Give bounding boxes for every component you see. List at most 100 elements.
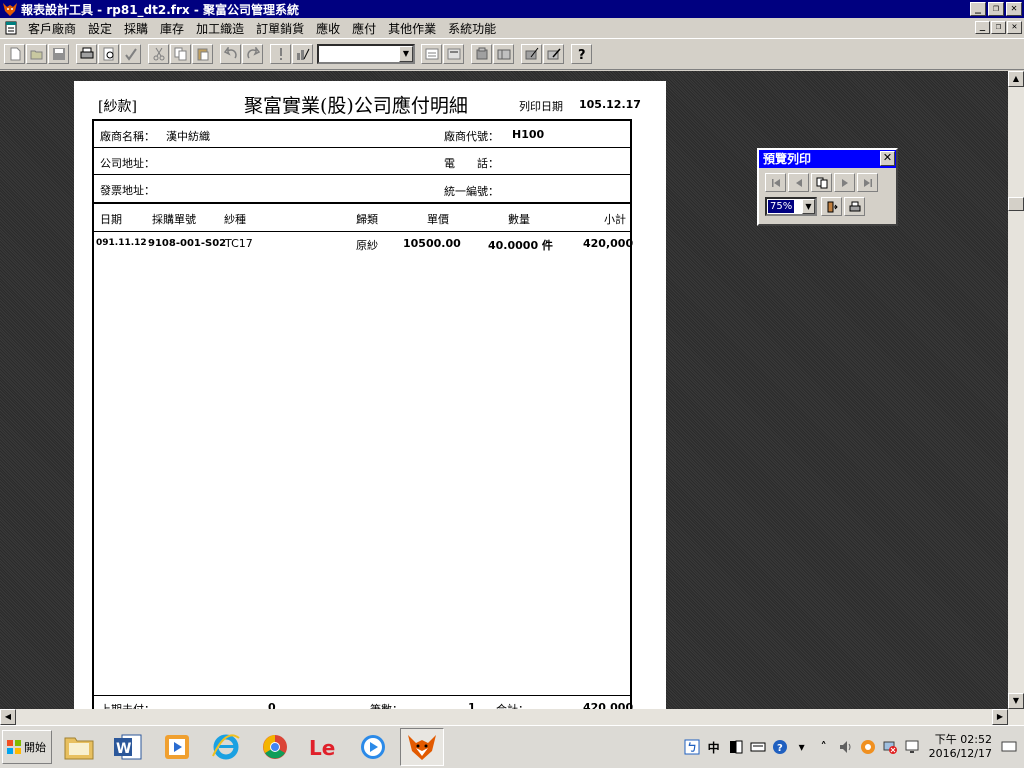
- scroll-right-icon[interactable]: ▶: [992, 709, 1008, 725]
- next-page-button[interactable]: [834, 173, 855, 192]
- menu-payables[interactable]: 應付: [346, 20, 382, 37]
- word-icon: W: [114, 734, 142, 760]
- run-button[interactable]: [270, 44, 291, 64]
- antivirus-icon[interactable]: [859, 738, 877, 756]
- display-icon[interactable]: [903, 738, 921, 756]
- scroll-left-icon[interactable]: ◀: [0, 709, 16, 725]
- tray-options-icon[interactable]: ▾: [793, 738, 811, 756]
- taskbar-word[interactable]: W: [106, 728, 150, 766]
- table-icon: [497, 49, 510, 60]
- toolbar-combo[interactable]: ▼: [317, 44, 415, 64]
- print-report-button[interactable]: [844, 197, 865, 216]
- close-button[interactable]: ✕: [1006, 2, 1022, 16]
- report-frame: 廠商名稱： 漢中紡織 廠商代號： H100 公司地址： 電 話： 發票地址： 統…: [92, 119, 633, 709]
- mdi-restore-button[interactable]: ❐: [991, 21, 1006, 34]
- chevron-down-icon[interactable]: ▼: [399, 46, 413, 62]
- print-button[interactable]: [76, 44, 97, 64]
- menu-other-operations[interactable]: 其他作業: [382, 20, 442, 37]
- taskbar-fox-app[interactable]: [400, 728, 444, 766]
- mdi-close-button[interactable]: ✕: [1007, 21, 1022, 34]
- menu-processing-weaving[interactable]: 加工織造: [190, 20, 250, 37]
- taskbar-chrome[interactable]: [253, 728, 297, 766]
- menu-settings[interactable]: 設定: [82, 20, 118, 37]
- scroll-thumb[interactable]: [1008, 197, 1024, 211]
- cut-button[interactable]: [148, 44, 169, 64]
- previous-page-button[interactable]: [788, 173, 809, 192]
- table-button[interactable]: [493, 44, 514, 64]
- print-date: 105.12.17: [579, 98, 641, 111]
- form-button[interactable]: [421, 44, 442, 64]
- builder-icon: [525, 47, 538, 60]
- open-button[interactable]: [26, 44, 47, 64]
- menu-customers-vendors[interactable]: 客戶廠商: [22, 20, 82, 37]
- wizard-button[interactable]: [543, 44, 564, 64]
- close-preview-button[interactable]: [821, 197, 842, 216]
- last-page-button[interactable]: [857, 173, 878, 192]
- taskbar-video-player[interactable]: [351, 728, 395, 766]
- help-button[interactable]: ?: [571, 44, 592, 64]
- paste-icon: [197, 48, 208, 61]
- scissors-icon: [153, 47, 164, 61]
- title-bar: 報表設計工具 - rp81_dt2.frx - 聚富公司管理系統 _ ❐ ✕: [0, 0, 1024, 18]
- first-page-button[interactable]: [765, 173, 786, 192]
- divider: [94, 174, 630, 175]
- preview-toolbar-titlebar[interactable]: 預覽列印 ✕: [759, 150, 896, 168]
- taskbar-le-app[interactable]: Le: [302, 728, 346, 766]
- divider: [94, 695, 630, 696]
- restore-button[interactable]: ❐: [988, 2, 1004, 16]
- zoom-select[interactable]: 75% ▼: [765, 197, 817, 216]
- close-icon[interactable]: ✕: [880, 151, 895, 166]
- save-button[interactable]: [48, 44, 69, 64]
- svg-text:ㄅ: ㄅ: [687, 741, 697, 754]
- notification-icon[interactable]: [1000, 738, 1018, 756]
- modify-button[interactable]: [292, 44, 313, 64]
- report-button[interactable]: [443, 44, 464, 64]
- undo-button[interactable]: [220, 44, 241, 64]
- menu-system-functions[interactable]: 系統功能: [442, 20, 502, 37]
- volume-icon[interactable]: [837, 738, 855, 756]
- menu-receivables[interactable]: 應收: [310, 20, 346, 37]
- chevron-down-icon[interactable]: ▼: [802, 199, 815, 214]
- scroll-up-icon[interactable]: ▲: [1008, 71, 1024, 87]
- media-player-icon: [165, 735, 189, 759]
- menu-inventory[interactable]: 庫存: [154, 20, 190, 37]
- prev-unpaid-value: 0: [268, 701, 276, 709]
- keyboard-settings-icon[interactable]: [749, 738, 767, 756]
- copy-button[interactable]: [170, 44, 191, 64]
- document-icon[interactable]: [4, 21, 18, 35]
- ime-mode-icon[interactable]: ㄅ: [683, 738, 701, 756]
- half-width-icon[interactable]: [727, 738, 745, 756]
- open-folder-icon: [30, 50, 42, 60]
- le-logo-icon: Le: [309, 736, 335, 760]
- ie-icon: [212, 734, 240, 760]
- row-po-number: 9108-001-S02: [148, 238, 227, 249]
- go-to-page-button[interactable]: [811, 173, 832, 192]
- ime-language-label[interactable]: 中: [705, 738, 723, 756]
- spell-check-button[interactable]: [120, 44, 141, 64]
- horizontal-scrollbar[interactable]: ◀ ▶: [0, 709, 1024, 725]
- mdi-minimize-button[interactable]: _: [975, 21, 990, 34]
- report-icon: [447, 48, 460, 60]
- taskbar-internet-explorer[interactable]: [204, 728, 248, 766]
- new-button[interactable]: [4, 44, 25, 64]
- vertical-scrollbar[interactable]: ▲ ▼: [1008, 71, 1024, 709]
- start-button[interactable]: 開始: [2, 730, 52, 764]
- windows-logo-icon: [7, 740, 21, 754]
- minimize-button[interactable]: _: [970, 2, 986, 16]
- menu-orders-sales[interactable]: 訂單銷貨: [250, 20, 310, 37]
- taskbar-media-player[interactable]: [155, 728, 199, 766]
- print-preview-button[interactable]: [98, 44, 119, 64]
- help-circle-icon[interactable]: ?: [771, 738, 789, 756]
- redo-button[interactable]: [242, 44, 263, 64]
- builder-button[interactable]: [521, 44, 542, 64]
- scroll-down-icon[interactable]: ▼: [1008, 693, 1024, 709]
- system-clock[interactable]: 下午 02:52 2016/12/17: [929, 733, 992, 761]
- network-error-icon[interactable]: [881, 738, 899, 756]
- paste-button[interactable]: [192, 44, 213, 64]
- report-category-tag: [紗款]: [98, 99, 137, 115]
- taskbar-file-explorer[interactable]: [57, 728, 101, 766]
- row-quantity: 40.0000 件: [488, 239, 553, 252]
- database-button[interactable]: [471, 44, 492, 64]
- show-hidden-icons[interactable]: ˄: [815, 738, 833, 756]
- menu-purchasing[interactable]: 採購: [118, 20, 154, 37]
